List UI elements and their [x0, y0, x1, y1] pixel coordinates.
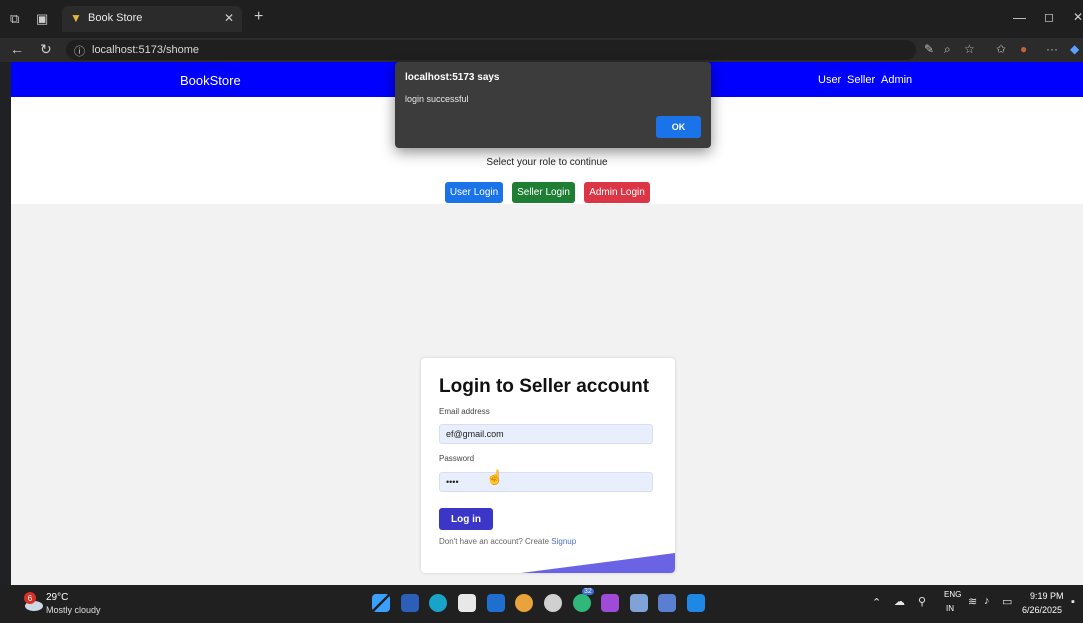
- alert-ok-button[interactable]: OK: [656, 116, 701, 138]
- task-view-icon[interactable]: [401, 594, 419, 612]
- login-button[interactable]: Log in: [439, 508, 493, 530]
- read-aloud-icon[interactable]: ✎: [924, 42, 934, 56]
- address-toolbar: ← ↻ ⓘ localhost:5173/shome ✎ ⌕ ☆ ✩ ● ···…: [0, 38, 1083, 62]
- signup-text: Don't have an account? Create: [439, 537, 550, 546]
- window-close-icon[interactable]: ✕: [1073, 10, 1083, 24]
- brand-logo[interactable]: BookStore: [180, 73, 241, 88]
- whatsapp-icon[interactable]: 32: [573, 588, 594, 612]
- zoom-icon[interactable]: ⌕: [944, 42, 951, 57]
- mail-icon[interactable]: [487, 594, 505, 612]
- favorite-icon[interactable]: ☆: [964, 42, 975, 56]
- battery-icon[interactable]: ▭: [1002, 595, 1012, 608]
- alert-title: localhost:5173 says: [405, 72, 500, 83]
- language-region[interactable]: IN: [946, 604, 954, 613]
- seller-login-button[interactable]: Seller Login: [512, 182, 575, 203]
- edge-icon[interactable]: [429, 594, 447, 612]
- nav-link-admin[interactable]: Admin: [881, 74, 912, 86]
- url-text[interactable]: localhost:5173/shome: [92, 44, 199, 56]
- nav-link-seller[interactable]: Seller: [847, 74, 875, 86]
- browser-tab-bar: ⧉ ▣ ▼ Book Store ✕ + — ◻ ✕: [0, 0, 1083, 38]
- signup-prompt: Don't have an account? Create Signup: [439, 537, 576, 546]
- copilot-icon[interactable]: ◆: [1070, 42, 1079, 56]
- password-label: Password: [439, 454, 475, 463]
- nav-link-user[interactable]: User: [818, 74, 841, 86]
- weather-desc: Mostly cloudy: [46, 605, 101, 615]
- address-bar[interactable]: ⓘ localhost:5173/shome: [66, 40, 916, 60]
- hand-cursor-icon: ☝: [486, 469, 504, 485]
- admin-login-button[interactable]: Admin Login: [584, 182, 650, 203]
- snipping-tool-icon[interactable]: [658, 594, 676, 612]
- weather-temp: 29°C: [46, 592, 69, 603]
- email-label: Email address: [439, 407, 490, 416]
- start-icon[interactable]: [372, 594, 390, 612]
- tab-close-icon[interactable]: ✕: [224, 11, 234, 25]
- window-minimize-icon[interactable]: —: [1013, 10, 1026, 25]
- cloud-icon[interactable]: ☁: [894, 595, 905, 608]
- profile-icon[interactable]: ●: [1020, 42, 1027, 56]
- calendar-app-icon[interactable]: [458, 594, 476, 612]
- microphone-icon[interactable]: ⚲: [918, 595, 926, 608]
- user-login-button[interactable]: User Login: [445, 182, 503, 203]
- password-field[interactable]: ••••: [439, 472, 653, 492]
- weather-badge: 6: [28, 594, 33, 603]
- notepad-icon[interactable]: [630, 594, 648, 612]
- alert-dialog: localhost:5173 says login successful OK: [395, 62, 711, 148]
- tray-overflow-icon[interactable]: ⌃: [872, 596, 881, 609]
- tab-actions-icon[interactable]: ▣: [36, 11, 48, 27]
- chatgpt-icon[interactable]: [544, 594, 562, 612]
- role-prompt: Select your role to continue: [486, 157, 608, 168]
- favorites-bar-icon[interactable]: ✩: [996, 42, 1006, 56]
- reload-icon[interactable]: ↻: [40, 41, 52, 58]
- paint-icon[interactable]: [515, 594, 533, 612]
- browser-tab[interactable]: ▼ Book Store ✕: [62, 6, 242, 32]
- volume-icon[interactable]: ♪: [984, 595, 990, 607]
- window-maximize-icon[interactable]: ◻: [1044, 10, 1054, 24]
- email-field[interactable]: ef@gmail.com: [439, 424, 653, 444]
- vscode-icon[interactable]: [687, 594, 705, 612]
- more-icon[interactable]: ···: [1046, 42, 1058, 56]
- taskbar: 6 29°C Mostly cloudy 32 ⌃ ☁ ⚲ ENG IN ≋ ♪…: [0, 585, 1083, 623]
- wifi-icon[interactable]: ≋: [968, 595, 977, 608]
- weather-icon[interactable]: 6: [22, 591, 44, 613]
- alert-message: login successful: [405, 94, 469, 104]
- clock-date[interactable]: 6/26/2025: [1022, 605, 1062, 615]
- new-tab-icon[interactable]: +: [254, 8, 263, 26]
- signup-link[interactable]: Signup: [551, 537, 576, 546]
- login-title: Login to Seller account: [439, 376, 650, 397]
- clock-time[interactable]: 9:19 PM: [1030, 591, 1064, 601]
- notification-badge: 32: [582, 588, 594, 595]
- card-wave-decoration: [521, 553, 675, 573]
- bootstrap-icon[interactable]: [601, 594, 619, 612]
- notifications-icon[interactable]: ▪: [1071, 596, 1075, 608]
- tab-title: Book Store: [88, 12, 143, 24]
- tab-favicon-icon: ▼: [70, 11, 82, 25]
- workspaces-icon[interactable]: ⧉: [10, 11, 19, 27]
- back-icon[interactable]: ←: [10, 41, 24, 57]
- login-card: Login to Seller account Email address ef…: [421, 358, 675, 573]
- info-icon[interactable]: ⓘ: [74, 43, 85, 59]
- language-indicator[interactable]: ENG: [944, 590, 961, 599]
